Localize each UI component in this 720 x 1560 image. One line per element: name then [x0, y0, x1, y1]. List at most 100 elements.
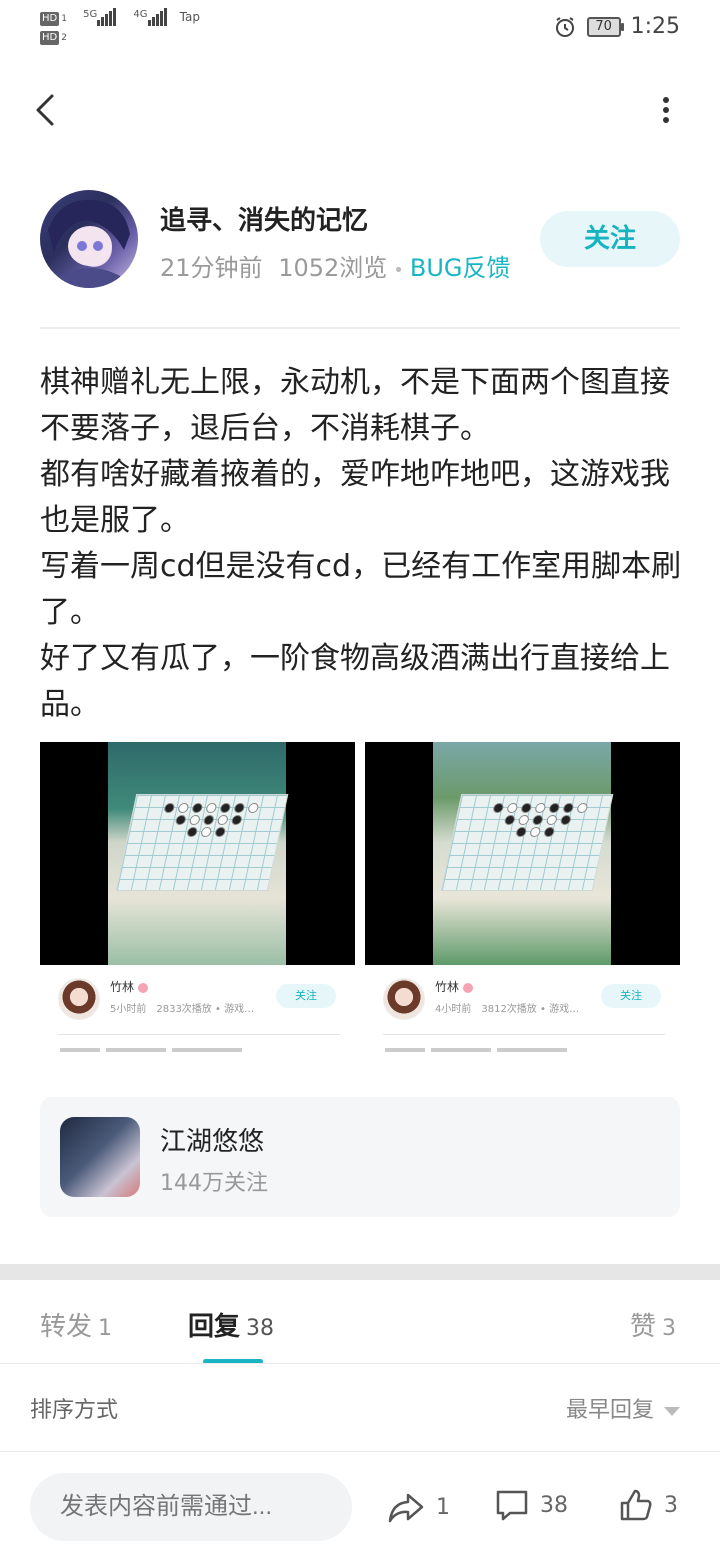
share-arrow-icon	[388, 1493, 424, 1523]
black-stone	[562, 803, 575, 813]
clock: 1:25	[630, 14, 680, 39]
post-time: 21分钟前	[160, 254, 263, 282]
caret-down-icon	[664, 1406, 681, 1416]
tab-repost[interactable]: 转发 1	[40, 1306, 112, 1343]
status-right: 70 1:25	[553, 14, 680, 39]
white-stone	[216, 815, 229, 825]
embedded-meta: 4小时前 3812次播放 • 游戏…	[435, 1004, 580, 1015]
signal-icon	[97, 8, 117, 26]
black-stone	[230, 815, 243, 825]
embedded-meta: 5小时前 2833次播放 • 游戏…	[110, 1004, 255, 1015]
hd-badge: HD	[40, 12, 60, 26]
embedded-avatar	[383, 978, 425, 1020]
status-left: HD 1 5G 4G Tap HD 2	[40, 8, 200, 45]
battery-icon: 70	[586, 16, 624, 37]
status-bar: HD 1 5G 4G Tap HD 2 70 1:25	[0, 0, 720, 56]
divider	[40, 327, 680, 329]
black-stone	[214, 827, 227, 837]
white-stone	[517, 815, 530, 825]
chess-board	[440, 794, 614, 891]
white-stone	[247, 803, 260, 813]
divider	[383, 1034, 665, 1035]
video-frame	[365, 742, 680, 965]
white-stone	[205, 803, 218, 813]
game-scene	[108, 742, 289, 965]
post-paragraph: 都有啥好藏着掖着的，爱咋地咋地吧，这游戏我也是服了。	[40, 457, 670, 538]
alarm-icon	[555, 16, 574, 37]
comment-button[interactable]: 38	[494, 1487, 568, 1523]
badge-icon	[138, 982, 149, 993]
divider	[0, 1363, 720, 1364]
white-stone	[576, 803, 589, 813]
white-stone	[545, 815, 558, 825]
divider	[0, 1451, 720, 1452]
black-stone	[186, 827, 199, 837]
game-followers: 144万关注	[160, 1171, 268, 1196]
view-count: 1052浏览	[278, 254, 388, 282]
hd-badge: HD	[40, 31, 60, 45]
black-stone	[503, 815, 516, 825]
cropped-text	[385, 1048, 625, 1058]
divider	[58, 1034, 340, 1035]
black-stone	[191, 803, 204, 813]
author-avatar[interactable]	[40, 190, 138, 288]
embedded-follow-label: 关注	[601, 984, 661, 1008]
post-paragraph: 写着一周cd但是没有cd，已经有工作室用脚本刷了。	[40, 549, 682, 630]
embedded-author-row: 竹林 5小时前 2833次播放 • 游戏… 关注	[58, 978, 340, 1022]
white-stone	[529, 827, 542, 837]
signal-icon	[147, 8, 168, 26]
game-name: 江湖悠悠	[160, 1127, 265, 1157]
post-content: 棋神赠礼无上限，永动机，不是下面两个图直接不要落子，退后台，不消耗棋子。 都有啥…	[40, 360, 685, 728]
black-stone	[543, 827, 556, 837]
author-name[interactable]: 追寻、消失的记忆	[160, 200, 368, 237]
black-stone	[559, 815, 572, 825]
black-stone	[174, 815, 187, 825]
follow-button[interactable]: 关注	[540, 211, 680, 267]
embedded-follow-label: 关注	[276, 984, 336, 1008]
white-stone	[200, 827, 213, 837]
post-meta: 21分钟前 1052浏览 • BUG反馈	[160, 248, 511, 283]
avatar-illustration	[48, 199, 130, 288]
black-stone	[163, 803, 176, 813]
black-stone	[202, 815, 215, 825]
white-stone	[188, 815, 201, 825]
more-options-button[interactable]	[650, 88, 680, 132]
post-paragraph: 好了又有瓜了，一阶食物高级酒满出行直接给上品。	[40, 641, 670, 722]
comment-input[interactable]	[30, 1473, 352, 1541]
comment-bubble-icon	[496, 1490, 528, 1521]
tab-likes[interactable]: 赞3	[630, 1306, 676, 1343]
sort-label: 排序方式	[30, 1398, 119, 1423]
white-stone	[177, 803, 190, 813]
post-image-2[interactable]: 竹林 4小时前 3812次播放 • 游戏… 关注	[365, 742, 680, 1060]
chevron-left-icon	[36, 94, 54, 126]
thumbs-up-icon	[620, 1489, 652, 1521]
game-card[interactable]: 江湖悠悠 144万关注	[40, 1097, 680, 1217]
back-button[interactable]	[28, 88, 68, 132]
cropped-text	[60, 1048, 300, 1058]
video-frame	[40, 742, 355, 965]
embedded-author-name: 竹林	[110, 980, 135, 994]
black-stone	[492, 803, 505, 813]
black-stone	[515, 827, 528, 837]
game-scene	[433, 742, 614, 965]
category-link[interactable]: BUG反馈	[410, 254, 511, 282]
like-button[interactable]: 3	[618, 1487, 678, 1523]
black-stone	[233, 803, 246, 813]
white-stone	[506, 803, 519, 813]
embedded-author-row: 竹林 4小时前 3812次播放 • 游戏… 关注	[383, 978, 665, 1022]
share-button[interactable]: 1	[386, 1487, 450, 1527]
black-stone	[520, 803, 533, 813]
section-separator	[0, 1264, 720, 1280]
embedded-author-name: 竹林	[435, 980, 460, 994]
post-paragraph: 棋神赠礼无上限，永动机，不是下面两个图直接不要落子，退后台，不消耗棋子。	[40, 365, 670, 446]
badge-icon	[463, 982, 474, 993]
game-icon	[60, 1117, 140, 1197]
more-vertical-icon	[663, 97, 669, 123]
black-stone	[548, 803, 561, 813]
tab-replies[interactable]: 回复 38	[188, 1306, 274, 1343]
sort-dropdown[interactable]: 最早回复	[566, 1392, 681, 1424]
black-stone	[219, 803, 232, 813]
chess-board	[115, 794, 289, 891]
post-image-1[interactable]: 竹林 5小时前 2833次播放 • 游戏… 关注	[40, 742, 355, 1060]
embedded-avatar	[58, 978, 100, 1020]
